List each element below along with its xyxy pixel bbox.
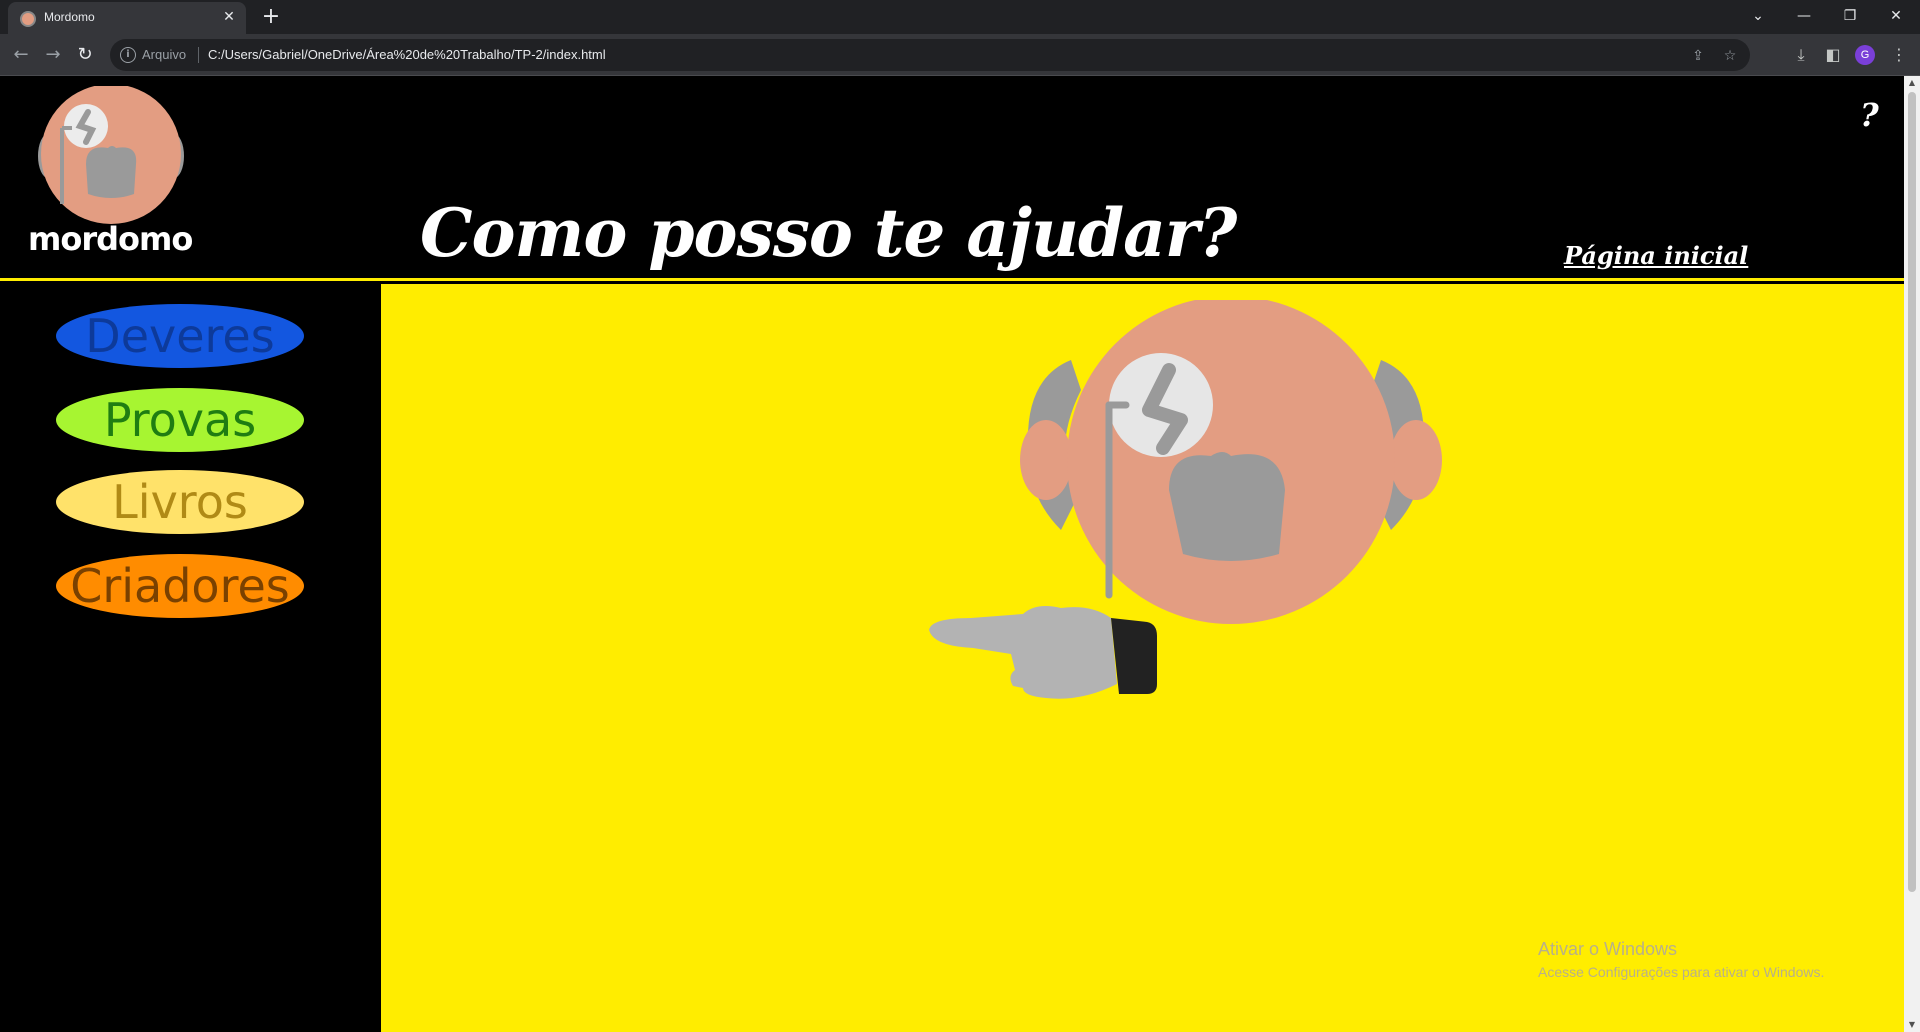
scroll-thumb[interactable] — [1908, 92, 1916, 892]
download-icon[interactable]: ⤓ — [1788, 42, 1814, 68]
scroll-up-icon[interactable]: ▲ — [1904, 76, 1920, 90]
page-viewport: mordomo Como posso te ajudar? Página ini… — [0, 76, 1904, 1032]
tab-title: Mordomo — [44, 10, 95, 24]
url-text[interactable]: C:/Users/Gabriel/OneDrive/Área%20de%20Tr… — [208, 47, 606, 62]
close-window-button[interactable]: ✕ — [1876, 4, 1916, 28]
page-title: Como posso te ajudar? — [420, 194, 1237, 272]
sidebar-item-provas[interactable]: Provas — [56, 388, 304, 452]
sidebar: Deveres Provas Livros Criadores — [0, 284, 381, 1032]
watermark-title: Ativar o Windows — [1538, 939, 1678, 959]
back-icon[interactable]: ← — [8, 42, 34, 68]
restore-button[interactable]: ❐ — [1830, 4, 1870, 28]
main-content: Ativar o Windows Acesse Configurações pa… — [381, 284, 1904, 1032]
side-panel-icon[interactable]: ◧ — [1820, 42, 1846, 68]
forward-icon[interactable]: → — [40, 42, 66, 68]
brand-name: mordomo — [28, 220, 193, 258]
address-scheme-label: Arquivo — [142, 47, 187, 62]
scroll-down-icon[interactable]: ▼ — [1904, 1018, 1920, 1032]
page-scrollbar[interactable]: ▲ ▼ — [1904, 76, 1920, 1032]
divider — [198, 47, 199, 63]
site-header: mordomo Como posso te ajudar? Página ini… — [0, 76, 1904, 281]
browser-toolbar: ← → ↻ i Arquivo C:/Users/Gabriel/OneDriv… — [0, 34, 1920, 76]
browser-tab[interactable]: Mordomo ✕ — [8, 2, 246, 34]
sidebar-item-livros[interactable]: Livros — [56, 470, 304, 534]
tab-search-icon[interactable]: ⌄ — [1738, 4, 1778, 28]
share-icon[interactable]: ⇪ — [1688, 47, 1708, 65]
minimize-button[interactable]: — — [1784, 4, 1824, 28]
sidebar-item-deveres[interactable]: Deveres — [56, 304, 304, 368]
profile-avatar[interactable]: G — [1855, 45, 1875, 65]
windows-activation-watermark: Ativar o Windows Acesse Configurações pa… — [1538, 939, 1824, 980]
menu-icon[interactable]: ⋮ — [1886, 42, 1912, 68]
butler-illustration-icon — [911, 296, 1451, 820]
address-bar[interactable]: i Arquivo C:/Users/Gabriel/OneDrive/Área… — [110, 39, 1750, 71]
new-tab-button[interactable]: + — [258, 4, 284, 30]
favicon-icon — [20, 11, 36, 27]
sidebar-item-criadores[interactable]: Criadores — [56, 554, 304, 618]
help-button[interactable]: ? — [1860, 96, 1879, 134]
reload-icon[interactable]: ↻ — [72, 42, 98, 68]
browser-tab-strip: Mordomo ✕ + ⌄ — ❐ ✕ — [0, 0, 1920, 34]
watermark-subtitle: Acesse Configurações para ativar o Windo… — [1538, 964, 1825, 980]
home-link[interactable]: Página inicial — [1564, 241, 1748, 270]
bookmark-star-icon[interactable]: ☆ — [1720, 47, 1740, 65]
close-tab-icon[interactable]: ✕ — [220, 8, 238, 26]
info-icon[interactable]: i — [120, 47, 136, 63]
